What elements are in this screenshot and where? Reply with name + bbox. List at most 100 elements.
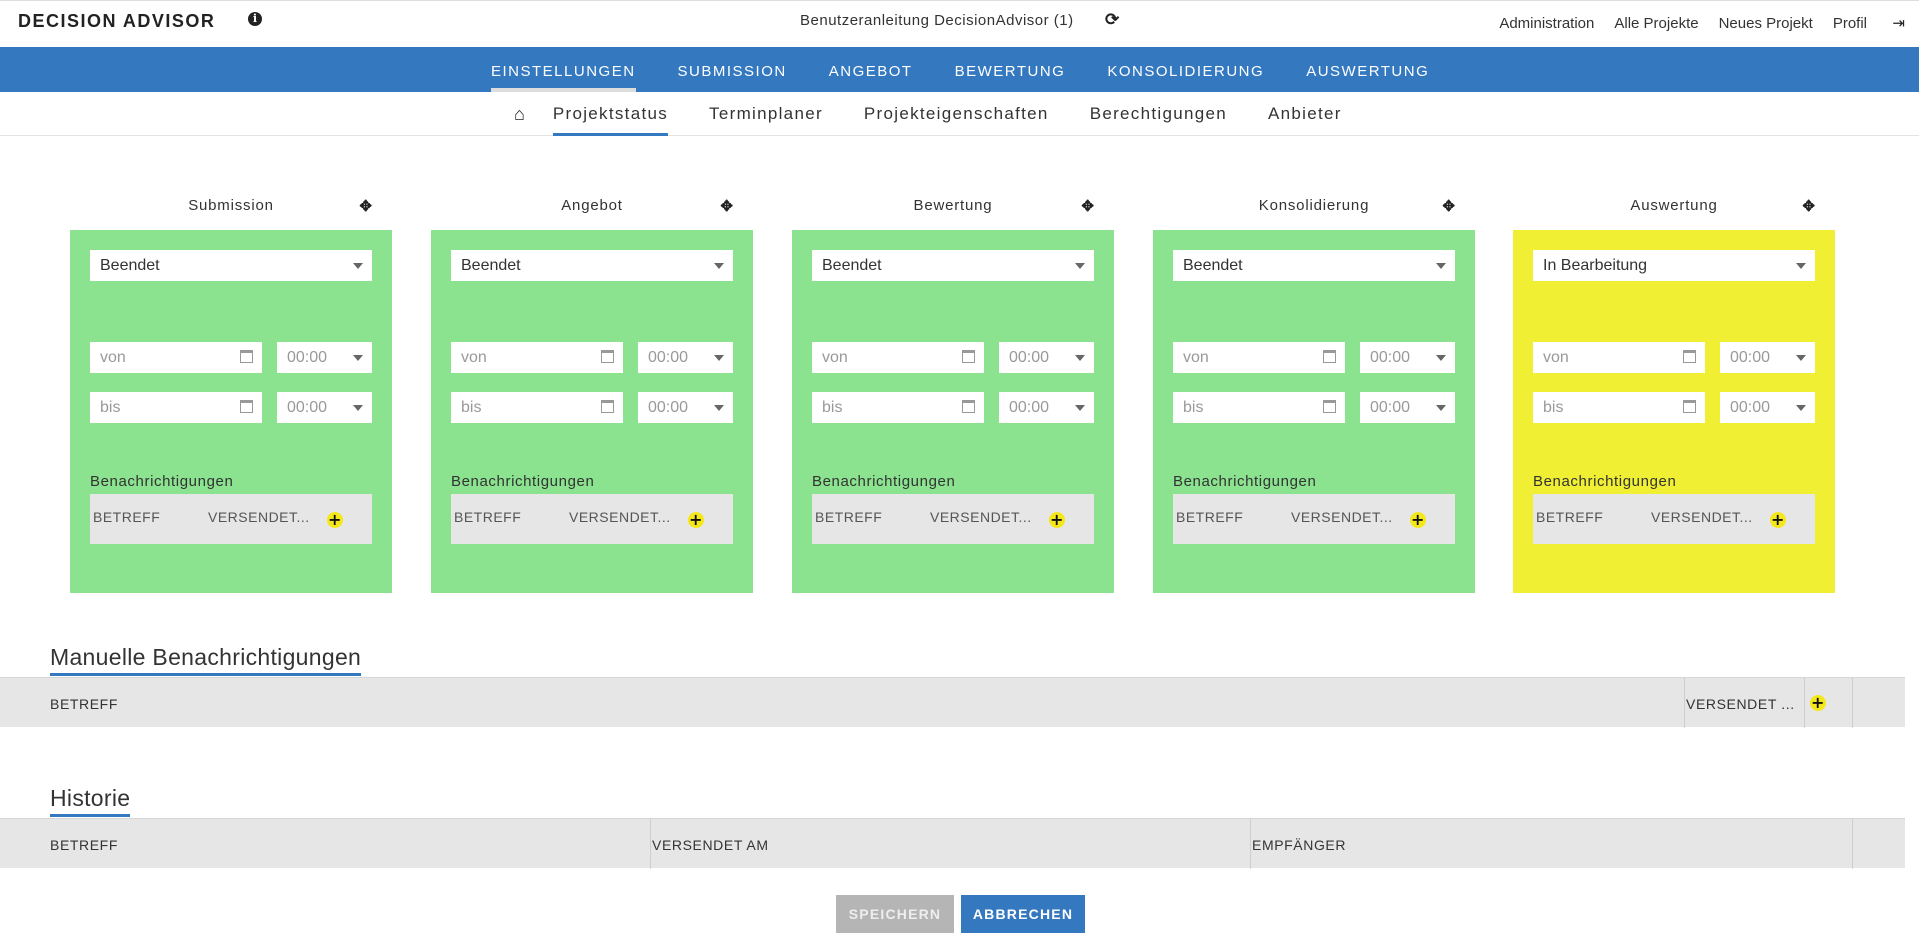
tab-projekteigenschaften[interactable]: Projekteigenschaften (864, 92, 1049, 136)
tab-anbieter[interactable]: Anbieter (1268, 92, 1342, 136)
status-select[interactable]: Beendet (1173, 250, 1455, 281)
col-betreff[interactable]: BETREFF (454, 509, 521, 525)
caret-down-icon (1075, 355, 1085, 361)
date-to-input[interactable]: bis (451, 392, 623, 423)
calendar-icon[interactable] (601, 400, 614, 413)
status-value: Beendet (822, 257, 882, 274)
move-icon[interactable]: ✥ (1802, 197, 1815, 215)
move-icon[interactable]: ✥ (1442, 197, 1455, 215)
home-icon[interactable]: ⌂ (514, 104, 525, 125)
col-betreff[interactable]: BETREFF (50, 696, 118, 712)
refresh-icon[interactable]: ⟳ (1105, 10, 1119, 30)
col-betreff[interactable]: BETREFF (1176, 509, 1243, 525)
caret-down-icon (1436, 405, 1446, 411)
date-from-input[interactable]: von (90, 342, 262, 373)
status-select[interactable]: In Bearbeitung (1533, 250, 1815, 281)
save-button[interactable]: SPEICHERN (836, 895, 954, 933)
caret-down-icon (714, 263, 724, 269)
time-from-select[interactable]: 00:00 (1720, 342, 1815, 373)
column-divider (1852, 819, 1853, 869)
calendar-icon[interactable] (1683, 400, 1696, 413)
date-from-placeholder: von (100, 349, 126, 366)
add-notification-plus-icon[interactable]: + (1410, 512, 1426, 528)
move-icon[interactable]: ✥ (720, 197, 733, 215)
time-to-select[interactable]: 00:00 (1720, 392, 1815, 423)
col-empfaenger[interactable]: EMPFÄNGER (1252, 837, 1346, 853)
main-nav-konsolidierung[interactable]: KONSOLIDIERUNG (1086, 47, 1285, 92)
time-from-select[interactable]: 00:00 (999, 342, 1094, 373)
status-select[interactable]: Beendet (812, 250, 1094, 281)
col-betreff[interactable]: BETREFF (1536, 509, 1603, 525)
date-from-input[interactable]: von (812, 342, 984, 373)
col-versendet[interactable]: VERSENDET ... (1686, 696, 1795, 712)
time-to-select[interactable]: 00:00 (638, 392, 733, 423)
calendar-icon[interactable] (1683, 350, 1696, 363)
sub-nav: ⌂ Projektstatus Terminplaner Projekteige… (0, 92, 1919, 136)
col-betreff[interactable]: BETREFF (815, 509, 882, 525)
col-versendet[interactable]: VERSENDET... (930, 509, 1032, 525)
col-versendet-am[interactable]: VERSENDET AM (652, 837, 769, 853)
tab-berechtigungen[interactable]: Berechtigungen (1090, 92, 1227, 136)
col-versendet[interactable]: VERSENDET... (1291, 509, 1393, 525)
add-notification-plus-icon[interactable]: + (1049, 512, 1065, 528)
time-from-select[interactable]: 00:00 (277, 342, 372, 373)
status-select[interactable]: Beendet (90, 250, 372, 281)
move-icon[interactable]: ✥ (1081, 197, 1094, 215)
caret-down-icon (1075, 263, 1085, 269)
info-icon[interactable]: i (248, 12, 262, 26)
status-select[interactable]: Beendet (451, 250, 733, 281)
top-links: Administration Alle Projekte Neues Proje… (1499, 15, 1867, 32)
main-nav-auswertung[interactable]: AUSWERTUNG (1285, 47, 1450, 92)
column-divider (1852, 678, 1853, 728)
date-to-input[interactable]: bis (90, 392, 262, 423)
time-to-select[interactable]: 00:00 (277, 392, 372, 423)
notifications-table: BETREFF VERSENDET... + (1173, 494, 1455, 544)
date-to-placeholder: bis (1183, 399, 1204, 416)
date-to-placeholder: bis (1543, 399, 1564, 416)
link-administration[interactable]: Administration (1499, 15, 1594, 32)
date-to-placeholder: bis (822, 399, 843, 416)
move-icon[interactable]: ✥ (359, 197, 372, 215)
time-to-select[interactable]: 00:00 (1360, 392, 1455, 423)
tab-terminplaner[interactable]: Terminplaner (709, 92, 823, 136)
date-to-input[interactable]: bis (1533, 392, 1705, 423)
col-versendet[interactable]: VERSENDET... (1651, 509, 1753, 525)
project-title: Benutzeranleitung DecisionAdvisor (1) (800, 12, 1074, 29)
date-to-input[interactable]: bis (1173, 392, 1345, 423)
main-nav-bewertung[interactable]: BEWERTUNG (934, 47, 1087, 92)
date-from-input[interactable]: von (1173, 342, 1345, 373)
link-alle-projekte[interactable]: Alle Projekte (1614, 15, 1698, 32)
time-from-select[interactable]: 00:00 (638, 342, 733, 373)
caret-down-icon (1796, 263, 1806, 269)
cancel-button[interactable]: ABBRECHEN (961, 895, 1085, 933)
add-notification-plus-icon[interactable]: + (688, 512, 704, 528)
date-from-input[interactable]: von (451, 342, 623, 373)
col-betreff[interactable]: BETREFF (93, 509, 160, 525)
date-from-input[interactable]: von (1533, 342, 1705, 373)
add-notification-plus-icon[interactable]: + (1770, 512, 1786, 528)
col-versendet[interactable]: VERSENDET... (208, 509, 310, 525)
calendar-icon[interactable] (240, 350, 253, 363)
manual-notifications-title: Manuelle Benachrichtigungen (50, 644, 362, 676)
date-to-input[interactable]: bis (812, 392, 984, 423)
add-manual-notification-plus-icon[interactable]: + (1810, 695, 1826, 711)
calendar-icon[interactable] (1323, 400, 1336, 413)
phase-title: Bewertung (913, 197, 993, 214)
time-to-select[interactable]: 00:00 (999, 392, 1094, 423)
calendar-icon[interactable] (962, 400, 975, 413)
link-profil[interactable]: Profil (1833, 15, 1867, 32)
calendar-icon[interactable] (601, 350, 614, 363)
logout-icon[interactable]: ⇥ (1892, 14, 1905, 32)
main-nav-submission[interactable]: SUBMISSION (657, 47, 808, 92)
link-neues-projekt[interactable]: Neues Projekt (1719, 15, 1813, 32)
time-from-select[interactable]: 00:00 (1360, 342, 1455, 373)
main-nav-angebot[interactable]: ANGEBOT (808, 47, 934, 92)
col-versendet[interactable]: VERSENDET... (569, 509, 671, 525)
add-notification-plus-icon[interactable]: + (327, 512, 343, 528)
main-nav-einstellungen[interactable]: EINSTELLUNGEN (470, 47, 657, 92)
calendar-icon[interactable] (1323, 350, 1336, 363)
calendar-icon[interactable] (962, 350, 975, 363)
tab-projektstatus[interactable]: Projektstatus (552, 92, 669, 136)
calendar-icon[interactable] (240, 400, 253, 413)
col-betreff[interactable]: BETREFF (50, 837, 118, 853)
